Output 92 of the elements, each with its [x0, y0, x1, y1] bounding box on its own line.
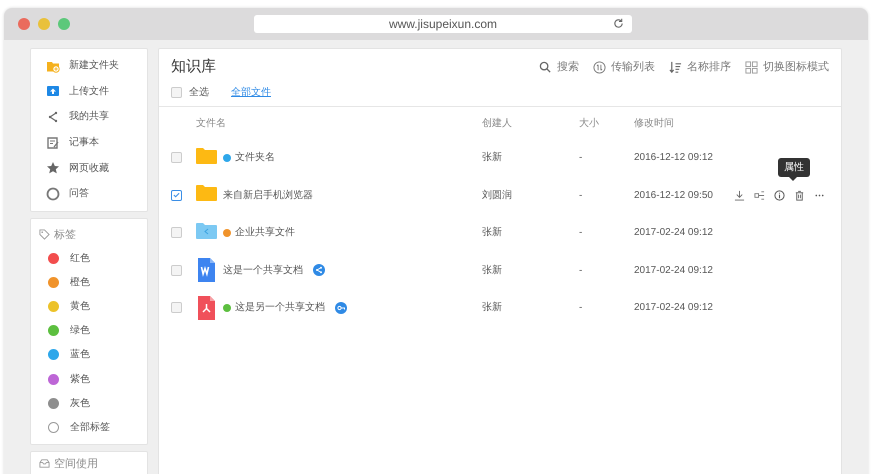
- modified-cell: 2016-12-12 09:50: [634, 190, 713, 201]
- move-button[interactable]: [754, 190, 765, 201]
- checkbox[interactable]: [171, 302, 182, 314]
- checkbox[interactable]: [171, 227, 182, 238]
- pdf-document-icon: [196, 296, 217, 320]
- checkbox[interactable]: [171, 152, 182, 164]
- tag-label: 橙色: [70, 276, 90, 290]
- creator-cell: 张新: [482, 264, 502, 276]
- size-cell: -: [579, 152, 582, 164]
- info-icon: [774, 190, 785, 201]
- size-cell: -: [579, 190, 582, 201]
- tag-filter-item[interactable]: 红色: [31, 246, 147, 270]
- section-title: 标签: [54, 228, 76, 243]
- chat-bubble-icon: [46, 186, 60, 201]
- reload-icon[interactable]: [613, 18, 624, 29]
- tag-filter-item[interactable]: 紫色: [31, 367, 147, 392]
- creator-cell: 刘圆润: [482, 190, 512, 201]
- modified-cell: 2017-02-24 09:12: [634, 227, 713, 238]
- trash-button[interactable]: [794, 190, 805, 201]
- tag-filter-item[interactable]: 全部标签: [31, 415, 147, 440]
- column-header: 大小: [579, 118, 599, 128]
- trash-icon: [794, 190, 805, 201]
- sidebar-item[interactable]: 问答: [31, 180, 147, 207]
- checkmark-icon: [173, 192, 180, 198]
- tag-label: 紫色: [70, 372, 90, 387]
- upload-icon: [46, 84, 60, 98]
- star-icon: [46, 161, 60, 176]
- tag-filter-item[interactable]: 黄色: [31, 294, 147, 319]
- tag-label: 黄色: [70, 300, 90, 314]
- download-icon: [734, 190, 745, 201]
- file-name[interactable]: 这是一个共享文档: [223, 262, 303, 278]
- checkbox[interactable]: [171, 264, 182, 276]
- tag-label: 灰色: [70, 396, 90, 411]
- select-all-label: 全选: [189, 86, 209, 100]
- modified-cell: 2017-02-24 09:12: [634, 302, 713, 314]
- grid-view-icon: [745, 60, 758, 74]
- share-icon: [46, 110, 60, 124]
- creator-cell: 张新: [482, 152, 502, 164]
- checkbox[interactable]: [171, 87, 182, 98]
- sidebar-item[interactable]: 记事本: [31, 130, 147, 156]
- file-name[interactable]: 来自新启手机浏览器: [223, 188, 313, 203]
- section-title: 空间使用: [54, 456, 98, 472]
- sidebar-item[interactable]: 我的共享: [31, 104, 147, 130]
- tag-label: 红色: [70, 252, 90, 266]
- tag-filter-item[interactable]: 蓝色: [31, 342, 147, 367]
- url-text: www.jisupeixun.com: [388, 16, 498, 33]
- move-icon: [754, 190, 765, 201]
- close-dot[interactable]: [18, 18, 30, 30]
- search-icon: [539, 60, 552, 74]
- address-bar[interactable]: www.jisupeixun.com: [254, 15, 632, 33]
- info-button[interactable]: [774, 190, 785, 201]
- zoom-dot[interactable]: [58, 18, 70, 30]
- breadcrumb-link[interactable]: 全部文件: [231, 85, 271, 100]
- file-name[interactable]: 这是另一个共享文档: [235, 300, 325, 316]
- link-badge-icon: [335, 302, 347, 314]
- file-name[interactable]: 企业共享文件: [235, 225, 295, 240]
- tag-filter-item[interactable]: 橙色: [31, 270, 147, 294]
- sort-icon: [669, 60, 682, 74]
- toolbar-button[interactable]: 切换图标模式: [745, 58, 829, 76]
- sidebar-item[interactable]: 网页收藏: [31, 155, 147, 181]
- tag-label: 绿色: [70, 324, 90, 338]
- minimize-dot[interactable]: [38, 18, 50, 30]
- modified-cell: 2016-12-12 09:12: [634, 152, 713, 164]
- page-title: 知识库: [171, 56, 216, 77]
- toolbar-button[interactable]: 传输列表: [593, 58, 655, 76]
- share-badge-icon: [313, 264, 325, 276]
- tag-icon: [39, 229, 50, 240]
- modified-cell: 2017-02-24 09:12: [634, 264, 713, 276]
- download-button[interactable]: [734, 190, 745, 201]
- creator-cell: 张新: [482, 227, 502, 238]
- checkbox[interactable]: [171, 190, 182, 201]
- transfer-icon: [593, 60, 606, 74]
- file-name[interactable]: 文件夹名: [235, 150, 275, 166]
- tag-filter-item[interactable]: 灰色: [31, 391, 147, 416]
- toolbar-button[interactable]: 搜索: [539, 58, 579, 76]
- inbox-icon: [39, 458, 50, 470]
- size-cell: -: [579, 302, 582, 314]
- tag-filter-item[interactable]: 绿色: [31, 318, 147, 343]
- tag-label: 蓝色: [70, 348, 90, 362]
- column-header: 修改时间: [634, 118, 674, 128]
- sidebar-item[interactable]: 新建文件夹: [31, 53, 147, 79]
- size-cell: -: [579, 264, 582, 276]
- column-header: 创建人: [482, 118, 512, 128]
- notepad-icon: [46, 136, 60, 150]
- size-cell: -: [579, 227, 582, 238]
- creator-cell: 张新: [482, 302, 502, 314]
- toolbar-button[interactable]: 名称排序: [669, 58, 731, 76]
- tag-label: 全部标签: [70, 420, 110, 435]
- tag-dot: [48, 422, 59, 433]
- word-document-icon: [196, 258, 217, 282]
- column-header: 文件名: [196, 116, 226, 130]
- sidebar-item[interactable]: 上传文件: [31, 78, 147, 104]
